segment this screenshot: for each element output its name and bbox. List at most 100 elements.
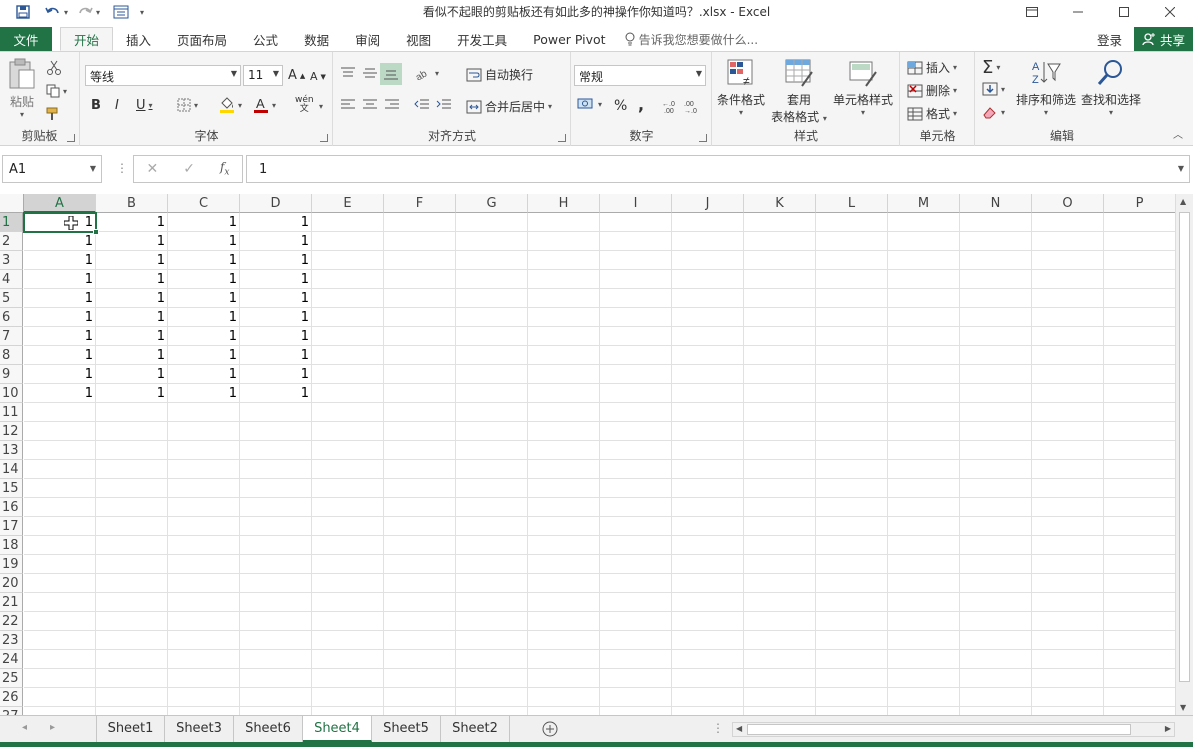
cell-a13[interactable]: [24, 441, 96, 460]
format-painter-button[interactable]: [46, 107, 62, 124]
cell-b20[interactable]: [96, 574, 168, 593]
cell-l24[interactable]: [816, 650, 888, 669]
font-name-combo[interactable]: 等线 ▼: [85, 65, 241, 86]
row-header-18[interactable]: 18: [0, 536, 23, 555]
cell-n18[interactable]: [960, 536, 1032, 555]
cell-p8[interactable]: [1104, 346, 1175, 365]
cell-m3[interactable]: [888, 251, 960, 270]
cell-g18[interactable]: [456, 536, 528, 555]
cell-b6[interactable]: 1: [96, 308, 168, 327]
cell-m4[interactable]: [888, 270, 960, 289]
cell-n20[interactable]: [960, 574, 1032, 593]
cell-o23[interactable]: [1032, 631, 1104, 650]
cell-p2[interactable]: [1104, 232, 1175, 251]
cell-h8[interactable]: [528, 346, 600, 365]
cell-g20[interactable]: [456, 574, 528, 593]
cell-k11[interactable]: [744, 403, 816, 422]
cell-a5[interactable]: 1: [24, 289, 96, 308]
cell-m9[interactable]: [888, 365, 960, 384]
cell-n21[interactable]: [960, 593, 1032, 612]
autosum-button[interactable]: Σ ▾: [982, 57, 1000, 78]
cell-m25[interactable]: [888, 669, 960, 688]
cell-j12[interactable]: [672, 422, 744, 441]
font-color-button[interactable]: A ▾: [253, 96, 276, 114]
tell-me-box[interactable]: 告诉我您想要做什么...: [625, 27, 758, 51]
cell-b23[interactable]: [96, 631, 168, 650]
cell-n1[interactable]: [960, 213, 1032, 232]
column-header-a[interactable]: A: [24, 194, 96, 213]
cell-o19[interactable]: [1032, 555, 1104, 574]
cell-k21[interactable]: [744, 593, 816, 612]
cell-i16[interactable]: [600, 498, 672, 517]
cell-e19[interactable]: [312, 555, 384, 574]
cell-m20[interactable]: [888, 574, 960, 593]
row-header-20[interactable]: 20: [0, 574, 23, 593]
cell-o14[interactable]: [1032, 460, 1104, 479]
cell-e15[interactable]: [312, 479, 384, 498]
cell-b1[interactable]: 1: [96, 213, 168, 232]
cell-c4[interactable]: 1: [168, 270, 240, 289]
cell-h1[interactable]: [528, 213, 600, 232]
cell-i1[interactable]: [600, 213, 672, 232]
cell-i24[interactable]: [600, 650, 672, 669]
cell-d22[interactable]: [240, 612, 312, 631]
conditional-format-button[interactable]: ≠ 条件格式 ▾: [715, 58, 767, 117]
new-sheet-button[interactable]: [542, 721, 558, 740]
cell-d2[interactable]: 1: [240, 232, 312, 251]
cell-f21[interactable]: [384, 593, 456, 612]
number-launcher-icon[interactable]: [699, 134, 707, 142]
cell-a20[interactable]: [24, 574, 96, 593]
cell-i15[interactable]: [600, 479, 672, 498]
fill-color-button[interactable]: ▾: [219, 96, 242, 114]
cell-c18[interactable]: [168, 536, 240, 555]
cell-n23[interactable]: [960, 631, 1032, 650]
cell-n2[interactable]: [960, 232, 1032, 251]
cell-b25[interactable]: [96, 669, 168, 688]
cell-f19[interactable]: [384, 555, 456, 574]
cell-o25[interactable]: [1032, 669, 1104, 688]
cell-a22[interactable]: [24, 612, 96, 631]
login-button[interactable]: 登录: [1085, 30, 1134, 49]
cell-d13[interactable]: [240, 441, 312, 460]
cell-p7[interactable]: [1104, 327, 1175, 346]
collapse-ribbon-icon[interactable]: ︿: [1173, 126, 1183, 141]
cell-b26[interactable]: [96, 688, 168, 707]
cell-n16[interactable]: [960, 498, 1032, 517]
fill-handle[interactable]: [93, 229, 99, 235]
sheet-tab-sheet4[interactable]: Sheet4: [303, 716, 372, 742]
cell-d19[interactable]: [240, 555, 312, 574]
cell-c1[interactable]: 1: [168, 213, 240, 232]
clear-button[interactable]: ▾: [982, 105, 1005, 119]
cell-j27[interactable]: [672, 707, 744, 715]
cell-h6[interactable]: [528, 308, 600, 327]
sheet-tab-sheet6[interactable]: Sheet6: [234, 716, 303, 742]
cell-e24[interactable]: [312, 650, 384, 669]
cell-b14[interactable]: [96, 460, 168, 479]
cell-k5[interactable]: [744, 289, 816, 308]
cell-k23[interactable]: [744, 631, 816, 650]
cell-d24[interactable]: [240, 650, 312, 669]
cell-l18[interactable]: [816, 536, 888, 555]
cell-k20[interactable]: [744, 574, 816, 593]
bold-button[interactable]: B: [91, 98, 101, 113]
font-launcher-icon[interactable]: [320, 134, 328, 142]
cell-f24[interactable]: [384, 650, 456, 669]
row-header-9[interactable]: 9: [0, 365, 23, 384]
cell-n14[interactable]: [960, 460, 1032, 479]
cell-a24[interactable]: [24, 650, 96, 669]
insert-function-icon[interactable]: fx: [220, 160, 230, 177]
cell-f22[interactable]: [384, 612, 456, 631]
cell-g2[interactable]: [456, 232, 528, 251]
cell-a23[interactable]: [24, 631, 96, 650]
cell-d17[interactable]: [240, 517, 312, 536]
cell-k13[interactable]: [744, 441, 816, 460]
cell-o24[interactable]: [1032, 650, 1104, 669]
cell-e20[interactable]: [312, 574, 384, 593]
cell-c5[interactable]: 1: [168, 289, 240, 308]
cell-j22[interactable]: [672, 612, 744, 631]
cell-k22[interactable]: [744, 612, 816, 631]
scroll-thumb[interactable]: [1179, 212, 1190, 682]
cell-p19[interactable]: [1104, 555, 1175, 574]
cell-d7[interactable]: 1: [240, 327, 312, 346]
cell-l9[interactable]: [816, 365, 888, 384]
